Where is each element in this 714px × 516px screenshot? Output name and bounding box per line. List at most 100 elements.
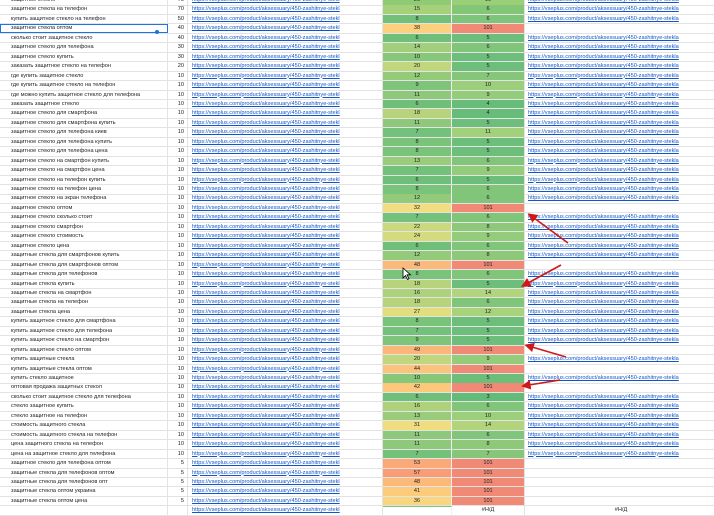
position-b-cell[interactable]: 6 <box>452 213 525 222</box>
position-b-cell[interactable]: 101 <box>452 459 525 468</box>
url-link[interactable]: https://vseplus.com/product/aksessuary/4… <box>188 90 383 99</box>
url-link-2[interactable]: https://vseplus.com/product/aksessuary/4… <box>525 15 714 24</box>
position-a-cell[interactable]: 38 <box>383 24 452 33</box>
position-b-cell[interactable]: 6 <box>452 270 525 279</box>
position-b-cell[interactable]: 7 <box>452 71 525 81</box>
position-a-cell[interactable]: 7 <box>383 166 452 175</box>
url-link[interactable]: https://vseplus.com/product/aksessuary/4… <box>188 33 383 43</box>
position-b-cell[interactable]: 7 <box>452 449 525 459</box>
url-link[interactable]: https://vseplus.com/product/aksessuary/4… <box>188 317 383 326</box>
url-link-2[interactable]: https://vseplus.com/product/aksessuary/4… <box>525 308 714 317</box>
frequency-cell[interactable]: 5 <box>168 468 188 477</box>
position-a-cell[interactable]: 11 <box>383 90 452 99</box>
position-a-cell[interactable]: 13 <box>383 156 452 166</box>
position-a-cell[interactable]: 42 <box>383 383 452 392</box>
position-b-cell[interactable]: 6 <box>452 14 525 24</box>
keyword-cell[interactable]: защитные стекла для смартфонов купить <box>0 251 168 260</box>
url-link[interactable]: https://vseplus.com/product/aksessuary/4… <box>188 288 383 298</box>
keyword-cell[interactable]: купить защитное стекло на телефон <box>0 14 168 24</box>
table-row[interactable]: купить защитное стекло оптом 10 https://vs… <box>0 345 714 356</box>
position-b-cell[interactable]: 6 <box>452 185 525 194</box>
url-link[interactable]: https://vseplus.com/product/aksessuary/4… <box>188 374 383 383</box>
keyword-cell[interactable]: защитные стекла для смартфонов оптом <box>0 260 168 270</box>
url-link-2[interactable]: https://vseplus.com/product/aksessuary/4… <box>525 194 714 203</box>
table-row[interactable]: защитное стекло для телефона оптом 5 https… <box>0 459 714 469</box>
position-a-cell[interactable]: 20 <box>383 0 452 5</box>
url-link-2[interactable] <box>525 365 714 374</box>
position-b-cell[interactable]: 9 <box>452 90 525 99</box>
url-link-2[interactable] <box>525 459 714 468</box>
position-a-cell[interactable]: 22 <box>383 222 452 232</box>
table-row[interactable]: где можно купить защитное стекло для тел… <box>0 90 714 100</box>
table-row[interactable]: заказать защитное стекло на телефон 20 htt… <box>0 62 714 72</box>
frequency-cell[interactable]: 10 <box>168 411 188 421</box>
url-link[interactable]: https://vseplus.com/product/aksessuary/4… <box>188 147 383 156</box>
url-link-2[interactable]: https://vseplus.com/product/aksessuary/4… <box>525 43 714 52</box>
url-link-2[interactable]: https://vseplus.com/product/aksessuary/4… <box>525 223 714 232</box>
frequency-cell[interactable]: 10 <box>168 336 188 345</box>
frequency-cell[interactable]: 10 <box>168 307 188 317</box>
position-b-cell[interactable]: 5 <box>452 62 525 71</box>
url-link[interactable]: https://vseplus.com/product/aksessuary/4… <box>188 402 383 411</box>
url-link-2[interactable]: https://vseplus.com/product/aksessuary/4… <box>525 34 714 43</box>
url-link-2[interactable] <box>525 478 714 487</box>
position-b-cell[interactable]: 5 <box>452 279 525 288</box>
position-b-cell[interactable]: 101 <box>452 203 525 213</box>
position-a-cell[interactable]: 48 <box>383 477 452 487</box>
position-a-cell[interactable]: 6 <box>383 392 452 402</box>
position-a-cell[interactable]: 16 <box>383 288 452 298</box>
url-link[interactable]: https://vseplus.com/product/aksessuary/4… <box>188 411 383 421</box>
table-row[interactable]: защитные стекла для телефонов 10 https://v… <box>0 270 714 280</box>
table-row[interactable]: стоимость защитного стекла на телефон 10 h… <box>0 430 714 441</box>
position-b-cell[interactable]: 5 <box>452 33 525 43</box>
url-link-2[interactable]: https://vseplus.com/product/aksessuary/4… <box>525 431 714 440</box>
keyword-cell[interactable]: защитное стекло сколько стоит <box>0 213 168 222</box>
table-row[interactable]: защитное стекло для телефона цена 10 https… <box>0 147 714 157</box>
keyword-cell[interactable]: купить стекло защитное <box>0 374 168 383</box>
frequency-cell[interactable]: 10 <box>168 71 188 81</box>
frequency-cell[interactable]: 10 <box>168 185 188 194</box>
keyword-cell[interactable]: где купить защитное стекло на телефон <box>0 81 168 90</box>
keyword-cell[interactable]: стоимость защитного стекла <box>0 421 168 430</box>
table-row[interactable]: защитное стекло сколько стоит 10 https://v… <box>0 213 714 223</box>
frequency-cell[interactable]: 10 <box>168 279 188 288</box>
url-link-2[interactable]: https://vseplus.com/product/aksessuary/4… <box>525 176 714 185</box>
url-link[interactable]: https://vseplus.com/product/aksessuary/4… <box>188 175 383 185</box>
url-link[interactable]: https://vseplus.com/product/aksessuary/4… <box>188 251 383 260</box>
url-link[interactable]: https://vseplus.com/product/aksessuary/4… <box>188 336 383 345</box>
position-b-cell[interactable]: 6 <box>452 402 525 411</box>
table-row[interactable]: цена защитного стекла на телефон 10 https:… <box>0 440 714 450</box>
table-row[interactable]: цена на защитное стекло для телефона 10 ht… <box>0 449 714 460</box>
keyword-cell[interactable]: стоимость защитного стекла на телефон <box>0 430 168 440</box>
table-row[interactable]: стоимость защитного стекла 10 https://vsep… <box>0 421 714 431</box>
frequency-cell[interactable]: 10 <box>168 194 188 203</box>
keyword-cell[interactable]: защитное стекло для телефона купить <box>0 137 168 147</box>
table-row[interactable]: защитное стекло смартфон 10 https://vseplu… <box>0 222 714 233</box>
url-link-2[interactable]: https://vseplus.com/product/aksessuary/4… <box>525 317 714 326</box>
url-link-2[interactable]: https://vseplus.com/product/aksessuary/4… <box>525 412 714 421</box>
url-link-2[interactable]: https://vseplus.com/product/aksessuary/4… <box>525 109 714 118</box>
position-a-cell[interactable]: 9 <box>383 336 452 345</box>
table-row[interactable]: сколько стоит защитное стекло для телефо… <box>0 392 714 403</box>
url-link[interactable]: https://vseplus.com/product/aksessuary/4… <box>188 5 383 14</box>
keyword-cell[interactable]: стекло защитное на телефон <box>0 411 168 421</box>
table-row[interactable]: купить защитное стекло для телефона 10 htt… <box>0 326 714 337</box>
keyword-cell[interactable]: защитное стекло на смартфон купить <box>0 156 168 166</box>
keyword-cell[interactable]: оптовая продажа защитных стекол <box>0 383 168 392</box>
url-link-2[interactable]: https://vseplus.com/product/aksessuary/4… <box>525 402 714 411</box>
frequency-cell[interactable]: 10 <box>168 355 188 364</box>
table-row[interactable]: защитные стекла оптом украина 5 https://vs… <box>0 487 714 497</box>
frequency-cell[interactable]: 10 <box>168 81 188 90</box>
position-a-cell[interactable]: 6 <box>383 99 452 109</box>
keyword-cell[interactable]: защитные стекла оптом цена <box>0 496 168 506</box>
position-a-cell[interactable]: 18 <box>383 279 452 288</box>
frequency-cell[interactable] <box>168 506 188 515</box>
keyword-cell[interactable]: защитное стекло для телефона <box>0 43 168 52</box>
url-link[interactable]: https://vseplus.com/product/aksessuary/4… <box>188 213 383 222</box>
keyword-cell[interactable]: защитное стекло оптом <box>0 203 168 213</box>
frequency-cell[interactable]: 10 <box>168 383 188 392</box>
url-link-2[interactable] <box>525 261 714 270</box>
table-row[interactable]: защитные стекла оптом цена 5 https://vsepl… <box>0 496 714 507</box>
frequency-cell[interactable]: 10 <box>168 449 188 459</box>
position-b-cell[interactable]: 4 <box>452 99 525 109</box>
